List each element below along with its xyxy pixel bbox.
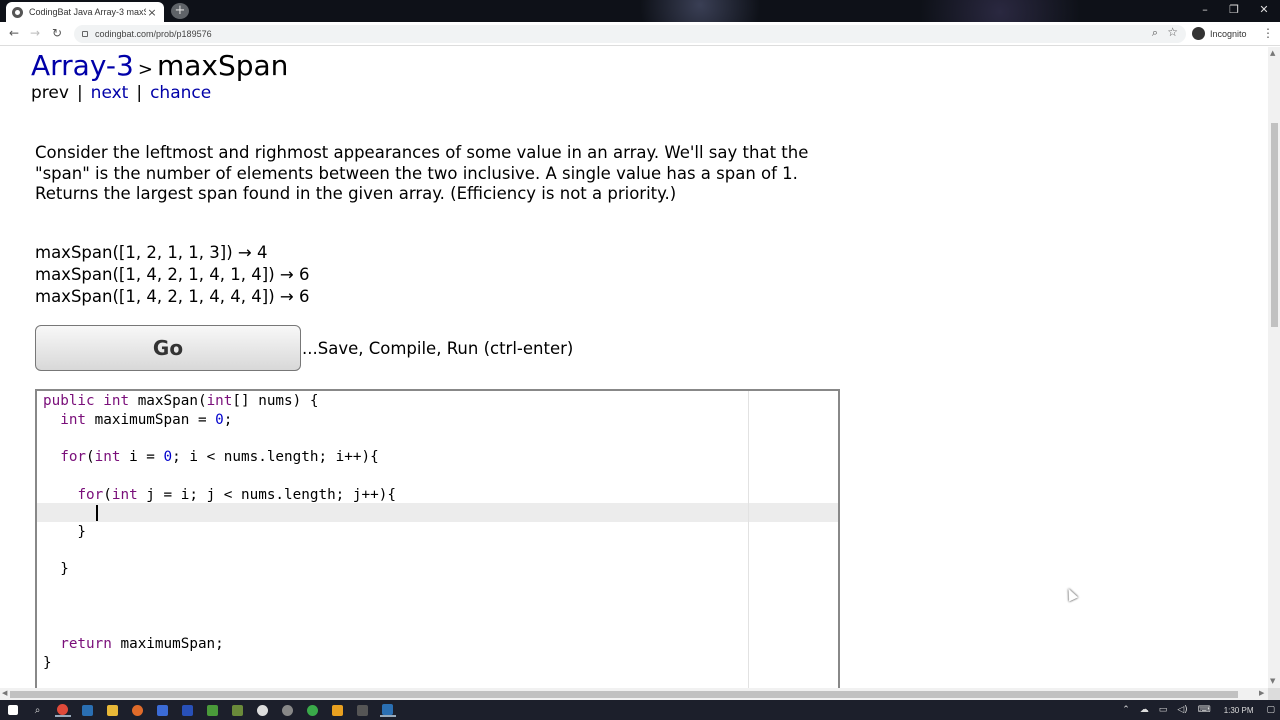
network-icon[interactable]: ▭: [1159, 705, 1168, 715]
horizontal-scroll-thumb[interactable]: [10, 691, 1238, 698]
nav-separator: |: [136, 83, 143, 103]
tab-close-icon[interactable]: ×: [146, 6, 158, 19]
tray-chevron-icon[interactable]: ⌃: [1122, 705, 1130, 715]
browser-menu-icon[interactable]: ⋮: [1262, 26, 1274, 40]
reload-button[interactable]: ↻: [48, 26, 66, 40]
codingbat-favicon-icon: [12, 6, 23, 18]
chrome-icon[interactable]: [54, 703, 71, 717]
go-hint: ...Save, Compile, Run (ctrl-enter): [302, 339, 574, 358]
text-cursor: [96, 505, 98, 521]
reload-icon: ↻: [51, 26, 63, 40]
forward-button[interactable]: →: [26, 26, 44, 40]
new-tab-button[interactable]: +: [171, 3, 189, 19]
windows-start-icon[interactable]: [5, 703, 21, 717]
incognito-label: Incognito: [1210, 28, 1247, 39]
code-text: public int maxSpan(int[] nums) { int max…: [43, 393, 396, 671]
browser-tab[interactable]: CodingBat Java Array-3 maxSpan ×: [6, 2, 164, 22]
bookmark-star-icon[interactable]: ☆: [1167, 25, 1178, 39]
app-icon[interactable]: [230, 703, 246, 717]
app-icon[interactable]: [155, 703, 171, 717]
volume-icon[interactable]: ◁): [1177, 705, 1187, 715]
prev-label: prev: [31, 83, 69, 103]
problem-nav: prev | next | chance: [31, 83, 211, 103]
chance-link[interactable]: chance: [150, 83, 211, 103]
problem-description: Consider the leftmost and righmost appea…: [35, 143, 809, 203]
go-button[interactable]: Go: [35, 325, 301, 371]
close-window-button[interactable]: ✕: [1249, 3, 1279, 16]
example-line: maxSpan([1, 2, 1, 1, 3]) → 4: [35, 243, 268, 262]
app-icon[interactable]: [379, 703, 396, 717]
back-button[interactable]: ←: [5, 26, 23, 40]
minimize-button[interactable]: –: [1190, 3, 1220, 16]
app-icon[interactable]: [305, 703, 321, 717]
forward-arrow-icon: →: [29, 26, 41, 40]
examples-list: maxSpan([1, 2, 1, 1, 3]) → 4 maxSpan([1,…: [35, 242, 309, 308]
scroll-right-icon[interactable]: ▶: [1259, 689, 1264, 697]
steam-icon[interactable]: [80, 703, 96, 717]
vertical-scrollbar[interactable]: ▲ ▼: [1268, 47, 1280, 688]
category-link[interactable]: Array-3: [31, 49, 134, 82]
code-editor[interactable]: public int maxSpan(int[] nums) { int max…: [35, 389, 840, 688]
app-icon[interactable]: [355, 703, 371, 717]
address-bar[interactable]: codingbat.com/prob/p189576 ⌕ ☆: [74, 25, 1186, 43]
page-content: Array-3 > maxSpan prev | next | chance Conside…: [0, 47, 1268, 688]
lock-icon: [82, 31, 88, 37]
system-tray: ⌃ ☁ ▭ ◁) ⌨ 1:30 PM ▢: [1117, 700, 1280, 720]
incognito-icon: [1192, 27, 1205, 40]
maximize-button[interactable]: ❐: [1219, 3, 1249, 16]
file-explorer-icon[interactable]: [105, 703, 121, 717]
vertical-scroll-thumb[interactable]: [1271, 123, 1278, 327]
search-icon[interactable]: ⌕: [30, 703, 46, 717]
browser-tab-strip: CodingBat Java Array-3 maxSpan × + – ❐ ✕: [0, 0, 1280, 22]
browser-toolbar: ← → ↻ codingbat.com/prob/p189576 ⌕ ☆ Inc…: [0, 22, 1280, 46]
scroll-up-icon[interactable]: ▲: [1270, 49, 1275, 57]
notifications-icon[interactable]: ▢: [1266, 705, 1275, 715]
example-line: maxSpan([1, 4, 2, 1, 4, 4, 4]) → 6: [35, 287, 310, 306]
keyboard-icon[interactable]: ⌨: [1198, 705, 1211, 715]
next-link[interactable]: next: [91, 83, 129, 103]
app-icon[interactable]: [130, 703, 146, 717]
app-icon[interactable]: [330, 703, 346, 717]
problem-name: maxSpan: [156, 49, 289, 82]
scroll-down-icon[interactable]: ▼: [1270, 677, 1275, 685]
example-line: maxSpan([1, 4, 2, 1, 4, 1, 4]) → 6: [35, 265, 310, 284]
app-icon[interactable]: [255, 703, 271, 717]
print-margin: [748, 391, 749, 688]
tab-title: CodingBat Java Array-3 maxSpan: [29, 7, 146, 17]
app-icon[interactable]: [180, 703, 196, 717]
scroll-left-icon[interactable]: ◀: [2, 689, 7, 697]
scrollbar-corner: [1268, 688, 1280, 700]
taskbar: ⌕ ⌃ ☁ ▭ ◁) ⌨ 1:30 PM ▢: [0, 700, 1280, 720]
horizontal-scrollbar[interactable]: ◀ ▶: [0, 688, 1268, 700]
clock[interactable]: 1:30 PM: [1224, 706, 1254, 715]
app-icon[interactable]: [205, 703, 221, 717]
url-text: codingbat.com/prob/p189576: [95, 29, 212, 39]
app-icon[interactable]: [280, 703, 296, 717]
nav-separator: |: [76, 83, 83, 103]
breadcrumb-separator: >: [137, 59, 153, 80]
incognito-indicator[interactable]: Incognito: [1192, 27, 1247, 40]
onedrive-icon[interactable]: ☁: [1140, 705, 1149, 715]
back-arrow-icon: ←: [8, 26, 20, 40]
page-title: Array-3 > maxSpan: [31, 49, 288, 82]
zoom-icon[interactable]: ⌕: [1152, 26, 1158, 40]
